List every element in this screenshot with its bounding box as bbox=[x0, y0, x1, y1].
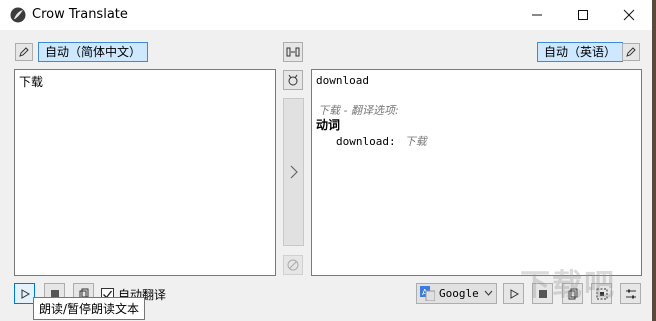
maximize-icon bbox=[578, 10, 588, 20]
engine-name: Google bbox=[439, 287, 479, 300]
entry-word: download: bbox=[336, 135, 396, 148]
lock-button[interactable] bbox=[283, 70, 303, 90]
minimize-button[interactable] bbox=[514, 0, 560, 30]
translate-button[interactable] bbox=[283, 98, 304, 246]
speak-source-button[interactable] bbox=[14, 283, 35, 304]
source-text: 下载 bbox=[19, 75, 44, 89]
stop-translation-button[interactable] bbox=[532, 283, 553, 304]
close-button[interactable] bbox=[606, 0, 652, 30]
speak-translation-button[interactable] bbox=[503, 283, 524, 304]
dictionary-entry: download: 下载 bbox=[336, 130, 427, 149]
crow-logo-icon bbox=[10, 7, 26, 23]
source-text-input[interactable]: 下载 bbox=[14, 69, 276, 276]
translation-engine-select[interactable]: A Google bbox=[416, 283, 497, 304]
play-icon bbox=[21, 288, 30, 299]
copy-translation-button[interactable] bbox=[562, 283, 583, 304]
settings-icon bbox=[625, 289, 636, 298]
chevron-right-icon bbox=[290, 165, 298, 179]
entry-translation: 下载 bbox=[404, 135, 427, 148]
translate-icon: A bbox=[420, 286, 435, 301]
main-window: Crow Translate 自动（简体中文） 自动（英语） 下载 downlo… bbox=[0, 0, 656, 321]
copy-all-button[interactable] bbox=[591, 283, 612, 304]
tooltip: 朗读/暂停朗读文本 bbox=[33, 297, 146, 320]
minimize-icon bbox=[532, 14, 542, 16]
swap-icon bbox=[286, 47, 300, 57]
source-language-button[interactable]: 自动（简体中文） bbox=[38, 42, 149, 62]
window-title: Crow Translate bbox=[32, 7, 128, 22]
stop-icon bbox=[538, 289, 547, 298]
title-bar: Crow Translate bbox=[0, 0, 652, 30]
maximize-button[interactable] bbox=[560, 0, 606, 30]
edit-source-language-button[interactable] bbox=[15, 43, 33, 61]
copy-icon bbox=[568, 288, 577, 299]
chevron-down-icon bbox=[484, 290, 493, 296]
settings-button[interactable] bbox=[620, 283, 641, 304]
swap-languages-button[interactable] bbox=[283, 42, 303, 62]
select-all-icon bbox=[596, 288, 607, 299]
close-icon bbox=[623, 9, 635, 21]
pencil-icon bbox=[19, 47, 29, 57]
crow-icon bbox=[288, 74, 298, 86]
abort-button[interactable] bbox=[283, 255, 303, 275]
translation-text: download bbox=[316, 74, 369, 87]
edit-target-language-button[interactable] bbox=[622, 43, 640, 61]
target-language-button[interactable]: 自动（英语） bbox=[537, 42, 624, 62]
pencil-icon bbox=[626, 47, 636, 57]
cancel-icon bbox=[287, 259, 299, 271]
translation-output[interactable]: download 下载 - 翻译选项: 动词 download: 下载 bbox=[311, 69, 642, 276]
play-icon bbox=[510, 288, 519, 299]
